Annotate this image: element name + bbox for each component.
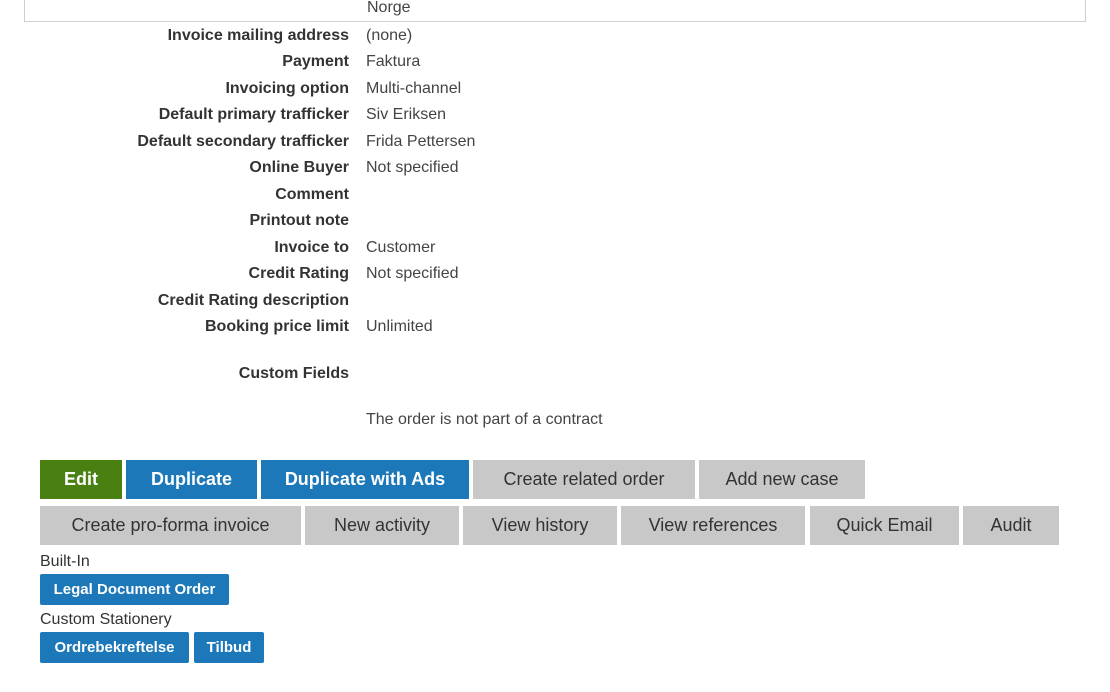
detail-value: Not specified — [366, 265, 459, 282]
detail-row: Printout note — [0, 212, 1110, 234]
create-related-order-button[interactable]: Create related order — [473, 460, 695, 499]
detail-value: Multi-channel — [366, 80, 462, 97]
detail-row: Credit Rating Not specified — [0, 265, 1110, 287]
detail-label: Invoice mailing address — [167, 27, 349, 44]
detail-value: Not specified — [366, 159, 459, 176]
detail-row: Payment Faktura — [0, 53, 1110, 75]
detail-label: Booking price limit — [204, 318, 349, 335]
legal-document-order-button[interactable]: Legal Document Order — [40, 574, 229, 605]
detail-label: Credit Rating description — [157, 292, 349, 309]
detail-label: Default secondary trafficker — [137, 133, 349, 150]
ordrebekreftelse-button[interactable]: Ordrebekreftelse — [40, 632, 189, 663]
detail-label: Invoice to — [274, 239, 349, 256]
detail-row: Invoice to Customer — [0, 239, 1110, 261]
detail-row: Default secondary trafficker Frida Pette… — [0, 133, 1110, 155]
contract-note: The order is not part of a contract — [366, 411, 603, 428]
detail-value: Customer — [366, 239, 436, 256]
detail-row: Booking price limit Unlimited — [0, 318, 1110, 340]
detail-value: Siv Eriksen — [366, 106, 447, 123]
detail-row: Invoice mailing address (none) — [0, 27, 1110, 49]
detail-label: Printout note — [249, 212, 349, 229]
address-box: Norge — [24, 0, 1086, 22]
detail-value: (none) — [366, 27, 413, 44]
view-history-button[interactable]: View history — [463, 506, 617, 545]
custom-stationery-label: Custom Stationery — [40, 611, 172, 628]
detail-value: Frida Pettersen — [366, 133, 476, 150]
tilbud-button[interactable]: Tilbud — [194, 632, 264, 663]
detail-row: Default primary trafficker Siv Eriksen — [0, 106, 1110, 128]
detail-label: Invoicing option — [225, 80, 349, 97]
detail-row: Comment — [0, 186, 1110, 208]
detail-label: Credit Rating — [248, 265, 349, 282]
audit-button[interactable]: Audit — [963, 506, 1059, 545]
detail-label: Comment — [275, 186, 349, 203]
edit-button[interactable]: Edit — [40, 460, 122, 499]
quick-email-button[interactable]: Quick Email — [810, 506, 959, 545]
create-pro-forma-invoice-button[interactable]: Create pro-forma invoice — [40, 506, 301, 545]
detail-row: Credit Rating description — [0, 292, 1110, 314]
add-new-case-button[interactable]: Add new case — [699, 460, 865, 499]
detail-label: Default primary trafficker — [158, 106, 349, 123]
detail-value: Faktura — [366, 53, 421, 70]
country-value: Norge — [367, 0, 411, 16]
built-in-label: Built-In — [40, 553, 90, 570]
detail-row: Online Buyer Not specified — [0, 159, 1110, 181]
duplicate-button[interactable]: Duplicate — [126, 460, 257, 499]
custom-fields-label: Custom Fields — [238, 365, 349, 382]
new-activity-button[interactable]: New activity — [305, 506, 459, 545]
view-references-button[interactable]: View references — [621, 506, 805, 545]
detail-row: Invoicing option Multi-channel — [0, 80, 1110, 102]
detail-label: Payment — [282, 53, 349, 70]
detail-label: Online Buyer — [249, 159, 349, 176]
duplicate-with-ads-button[interactable]: Duplicate with Ads — [261, 460, 469, 499]
detail-value: Unlimited — [366, 318, 433, 335]
